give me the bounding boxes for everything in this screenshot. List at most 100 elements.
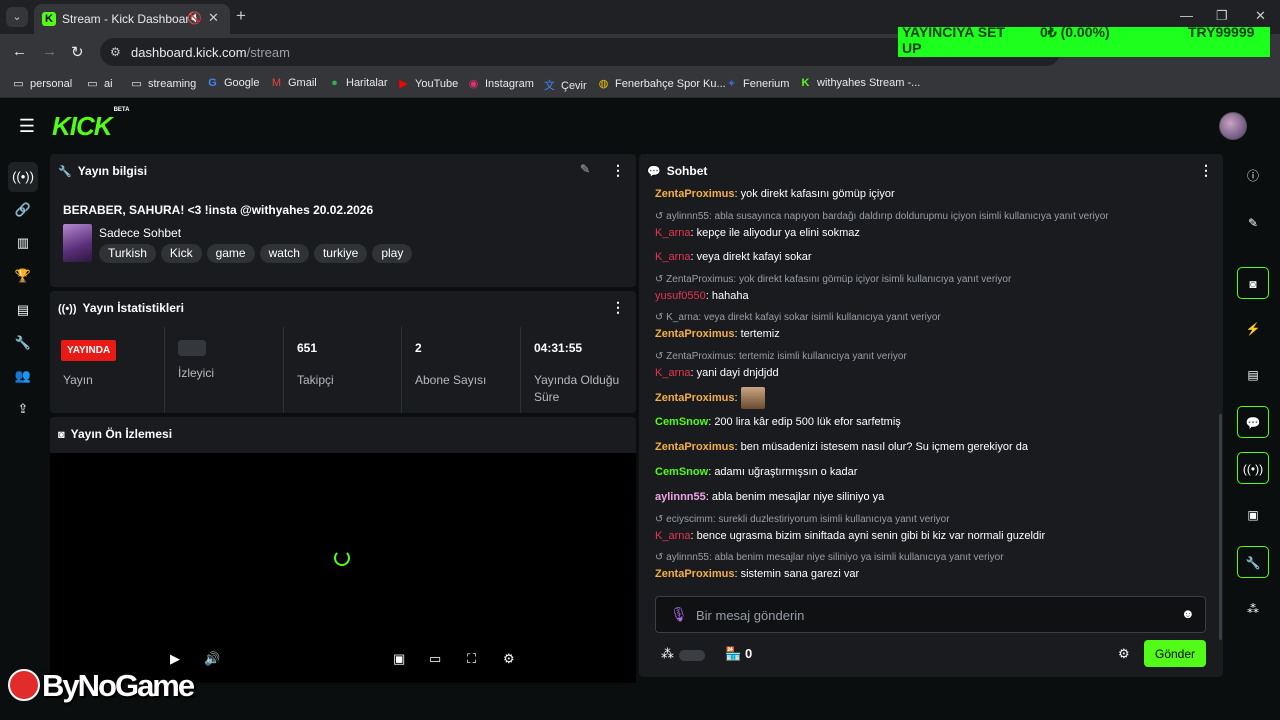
tab-search-button[interactable]: ⌄ (6, 7, 28, 27)
channel-points-icon[interactable]: ⁂ (661, 646, 674, 662)
preview-title: ◙ Yayın Ön İzlemesi (58, 427, 173, 441)
new-tab-button[interactable]: + (236, 6, 246, 26)
gmail-icon: M (271, 77, 282, 89)
points-widget-icon[interactable]: ⁂ (1237, 593, 1269, 625)
chat-message: K_arna: yani dayi dnjdjdd (655, 367, 779, 379)
play-icon[interactable]: ▶ (170, 651, 180, 667)
video-player[interactable]: ▶ 🔊 ▣ ▭ ⛶ ⚙ (50, 453, 636, 683)
loading-spinner (334, 550, 350, 566)
theater-mode-icon[interactable]: ▭ (429, 651, 441, 667)
chat-message-input[interactable] (696, 605, 1166, 625)
bookmark-google[interactable]: G Google (206, 77, 259, 89)
stat-value: 651 (297, 341, 318, 355)
broadcast-icon: ((•)) (58, 303, 77, 315)
tag[interactable]: game (206, 244, 255, 263)
nav-trophy-icon[interactable]: 🏆 (8, 261, 38, 291)
fullscreen-icon[interactable]: ⛶ (467, 651, 476, 667)
info-icon[interactable]: ⓘ (1237, 160, 1269, 192)
stream-info-widget-icon[interactable]: 🔧 (1237, 546, 1269, 578)
chat-input-box[interactable]: 🎙 ☻ (655, 596, 1206, 633)
stream-info-menu-icon[interactable]: ⋮ (611, 162, 625, 179)
stat-viewers: İzleyici (165, 327, 284, 413)
site-info-icon[interactable]: ⚙ (110, 45, 121, 59)
stats-menu-icon[interactable]: ⋮ (611, 299, 625, 316)
stat-live: YAYINDA Yayın (50, 327, 165, 413)
microphone-icon[interactable]: 🎙 (670, 606, 688, 623)
bynogame-logo-icon (8, 669, 40, 701)
maximize-icon[interactable]: ❐ (1216, 8, 1228, 24)
bookmark-fenerium[interactable]: ✦ Fenerium (725, 77, 790, 90)
nav-video-icon[interactable]: ▤ (8, 295, 38, 325)
stat-followers: 651 Takipçi (284, 327, 402, 413)
close-window-icon[interactable]: ✕ (1255, 8, 1266, 24)
settings-gear-icon[interactable]: ⚙ (503, 651, 515, 667)
bookmark-translate[interactable]: 文 Çevir (543, 77, 587, 93)
chat-message: yusuf0550: hahaha (655, 290, 749, 302)
chat-message: ZentaProximus: tertemiz (655, 328, 780, 340)
chat-menu-icon[interactable]: ⋮ (1199, 162, 1213, 179)
chat-widget-icon[interactable]: 💬 (1237, 406, 1269, 438)
forward-icon[interactable]: → (42, 43, 57, 60)
back-icon[interactable]: ← (12, 43, 27, 60)
bookmark-instagram[interactable]: ◉ Instagram (467, 77, 534, 90)
edit-pencil-icon[interactable]: ✎ (580, 162, 590, 176)
kick-dashboard: ☰ KICKBETA ((•)) 🔗 ▥ 🏆 ▤ 🔧 👥 ⇪ 🔧 Yayın bi… (0, 99, 1280, 720)
nav-upload-icon[interactable]: ⇪ (8, 394, 38, 424)
bookmark-maps[interactable]: ● Haritalar (328, 77, 387, 89)
mute-tab-icon[interactable]: 🔇 (187, 11, 202, 25)
store-icon[interactable]: 🏪 (725, 646, 741, 662)
youtube-icon: ▶ (399, 78, 408, 90)
close-tab-icon[interactable]: ✕ (208, 10, 219, 26)
stat-subscribers: 2 Abone Sayısı (402, 327, 521, 413)
video-widget-icon[interactable]: ▣ (1237, 499, 1269, 531)
browser-tab-active[interactable]: K Stream - Kick Dashboard 🔇 ✕ (34, 4, 230, 34)
translate-icon: 文 (544, 80, 555, 92)
bookmark-withyahes-stream[interactable]: Kwithyahes Stream -... (799, 77, 921, 89)
stream-preview-panel: ◙ Yayın Ön İzlemesi ▶ 🔊 ▣ ▭ ⛶ ⚙ (50, 417, 636, 683)
reload-icon[interactable]: ↻ (71, 43, 84, 61)
chat-settings-icon[interactable]: ⚙ (1118, 646, 1130, 662)
tag[interactable]: watch (259, 244, 309, 263)
category-name[interactable]: Sadece Sohbet (99, 226, 181, 240)
points-toggle[interactable] (679, 650, 705, 661)
chat-message: CemSnow: 200 lira kâr edip 500 lük efor … (655, 416, 901, 428)
bookmark-personal[interactable]: ▭ personal (12, 77, 72, 90)
bookmark-youtube[interactable]: ▶ YouTube (397, 77, 458, 90)
tag[interactable]: play (372, 244, 413, 263)
send-button[interactable]: Gönder (1144, 640, 1206, 667)
tag[interactable]: turkiye (313, 244, 368, 263)
volume-icon[interactable]: 🔊 (204, 651, 220, 667)
nav-wrench-icon[interactable]: 🔧 (8, 328, 38, 358)
bookmark-gmail[interactable]: M Gmail (270, 77, 317, 89)
nav-link-icon[interactable]: 🔗 (8, 195, 38, 225)
reply-context: ↺ aylinnn55: abla susayınca napıyon bard… (655, 211, 1109, 222)
donation-ticker: YAYINCIYA SET UP 0₺ (0.00%) TRY99999 (898, 27, 1270, 57)
quick-actions-icon[interactable]: ⚡ (1237, 313, 1269, 345)
minimize-icon[interactable]: — (1180, 8, 1193, 23)
tag[interactable]: Kick (160, 244, 202, 263)
edit-icon[interactable]: ✎ (1237, 207, 1269, 239)
nav-analytics-icon[interactable]: ▥ (8, 228, 38, 258)
emoji-icon[interactable]: ☻ (1181, 606, 1195, 621)
nav-users-icon[interactable]: 👥 (8, 361, 38, 391)
kick-logo[interactable]: KICKBETA (52, 107, 129, 142)
stream-info-title: 🔧 Yayın bilgisi (58, 164, 148, 178)
bookmark-fenerbahce[interactable]: ◍ Fenerbahçe Spor Ku... (597, 77, 726, 90)
chat-message: ZentaProximus: yok direkt kafasını gömüp… (655, 188, 895, 200)
notes-icon[interactable]: ▤ (1237, 359, 1269, 391)
stat-uptime: 04:31:55 Yayında Olduğu Süre (521, 327, 636, 413)
bookmark-ai[interactable]: ▭ ai (86, 77, 112, 90)
stats-widget-icon[interactable]: ((•)) (1237, 452, 1269, 484)
nav-stream-icon[interactable]: ((•)) (8, 162, 38, 192)
tag[interactable]: Turkish (99, 244, 156, 263)
live-badge: YAYINDA (61, 340, 117, 361)
bookmark-streaming[interactable]: ▭ streaming (130, 77, 196, 90)
preview-widget-icon[interactable]: ◙ (1237, 267, 1269, 299)
chat-panel: 💬 Sohbet ⋮ ZentaProximus: yok direkt kafa… (639, 154, 1223, 677)
chat-scrollbar[interactable] (1219, 414, 1222, 640)
hamburger-menu-icon[interactable]: ☰ (12, 113, 42, 139)
pip-icon[interactable]: ▣ (393, 651, 405, 667)
user-avatar[interactable] (1219, 112, 1247, 140)
tag-list: Turkish Kick game watch turkiye play (99, 244, 417, 263)
category-thumbnail[interactable] (63, 224, 92, 262)
